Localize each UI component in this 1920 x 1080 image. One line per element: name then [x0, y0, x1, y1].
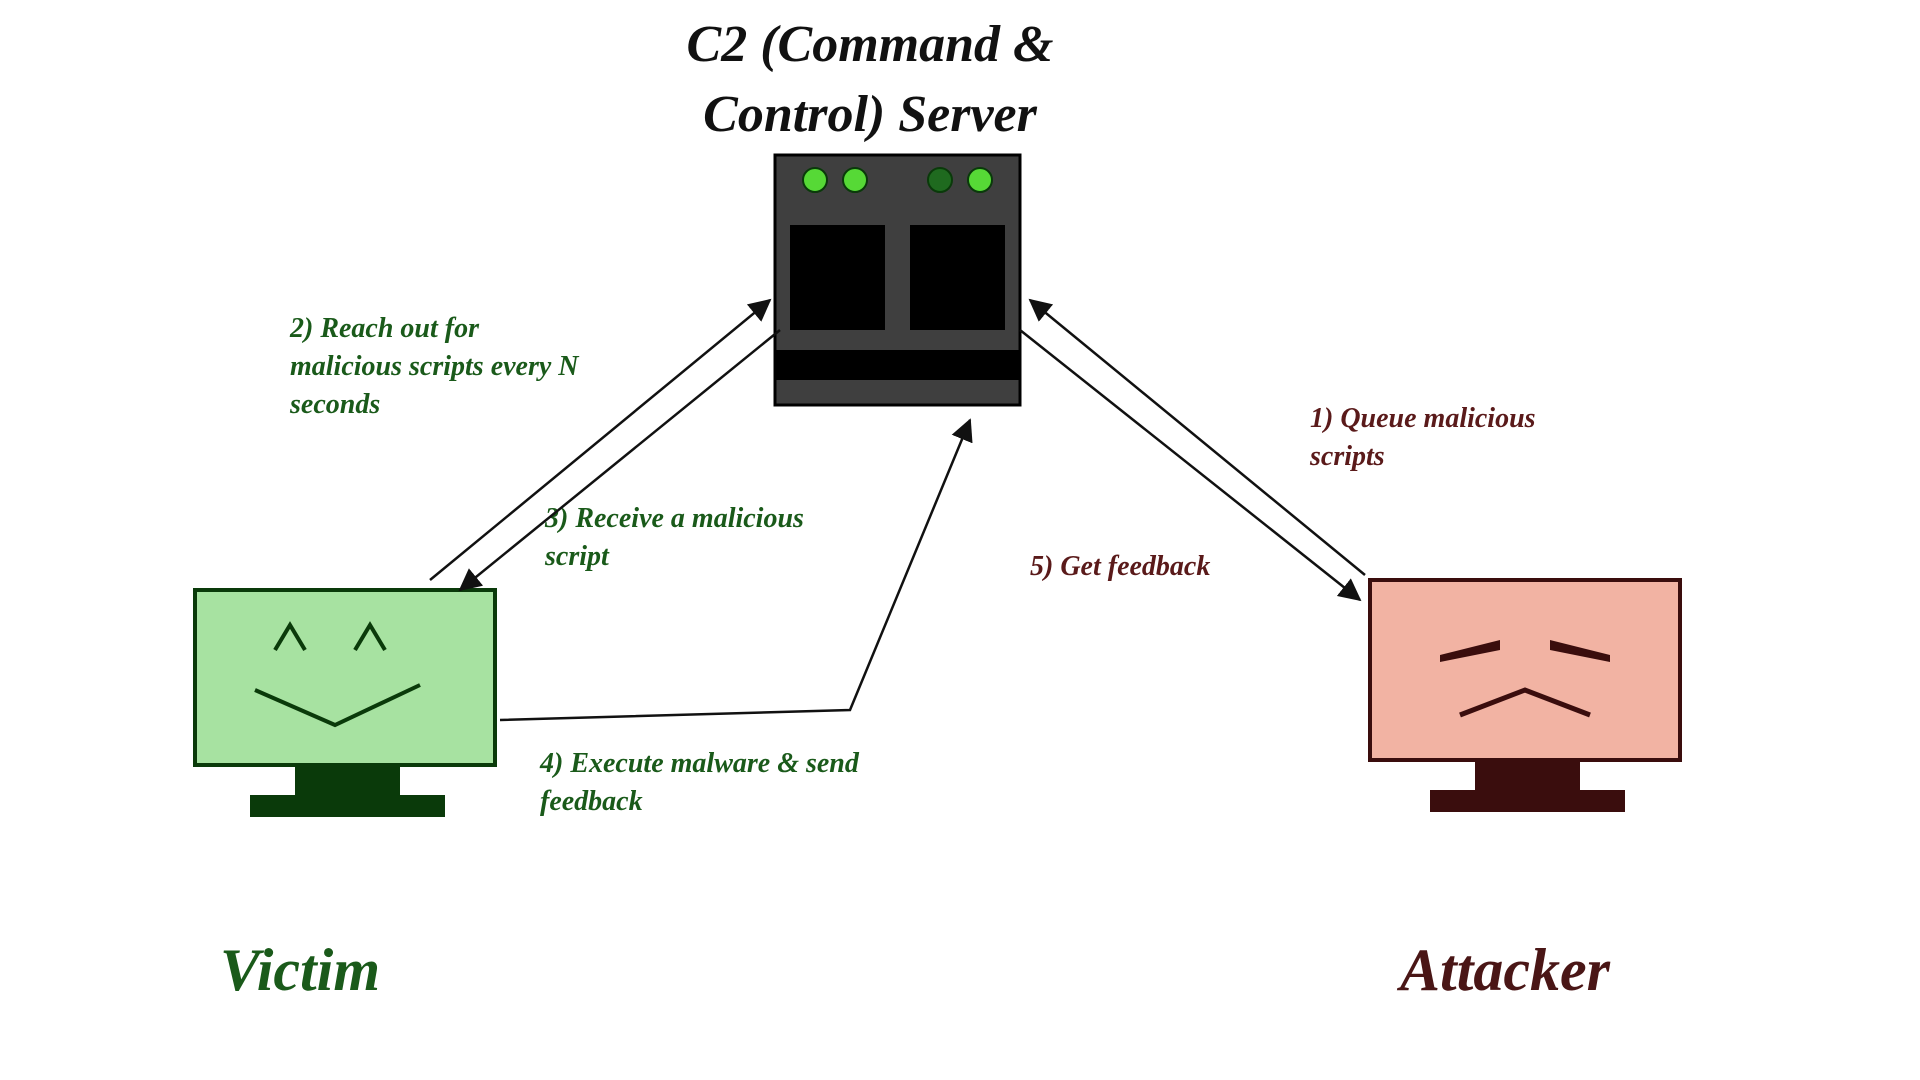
- step-5-text: 5) Get feedback: [1030, 551, 1210, 582]
- step-3-text: 3) Receive a malicious script: [545, 503, 804, 572]
- server-title-text: C2 (Command & Control) Server: [687, 16, 1054, 143]
- victim-title-text: Victim: [220, 937, 380, 1003]
- server-title: C2 (Command & Control) Server: [620, 10, 1120, 150]
- step-4-label: 4) Execute malware & send feedback: [540, 745, 860, 821]
- step-1-text: 1) Queue malicious scripts: [1310, 403, 1536, 472]
- diagram-stage: C2 (Command & Control) Server 2) Reach o…: [0, 0, 1920, 1080]
- step-4-text: 4) Execute malware & send feedback: [540, 748, 859, 817]
- step-1-label: 1) Queue malicious scripts: [1310, 400, 1570, 476]
- attacker-icon: [1370, 580, 1680, 812]
- step-5-label: 5) Get feedback: [1030, 548, 1290, 586]
- step-2-label: 2) Reach out for malicious scripts every…: [290, 310, 590, 423]
- step-2-text: 2) Reach out for malicious scripts every…: [290, 313, 579, 420]
- attacker-title-text: Attacker: [1400, 937, 1610, 1003]
- diagram-svg: [0, 0, 1920, 1080]
- victim-title: Victim: [220, 930, 380, 1011]
- victim-icon: [195, 590, 495, 817]
- step-3-label: 3) Receive a malicious script: [545, 500, 805, 576]
- server-icon: [775, 155, 1020, 405]
- attacker-title: Attacker: [1400, 930, 1610, 1011]
